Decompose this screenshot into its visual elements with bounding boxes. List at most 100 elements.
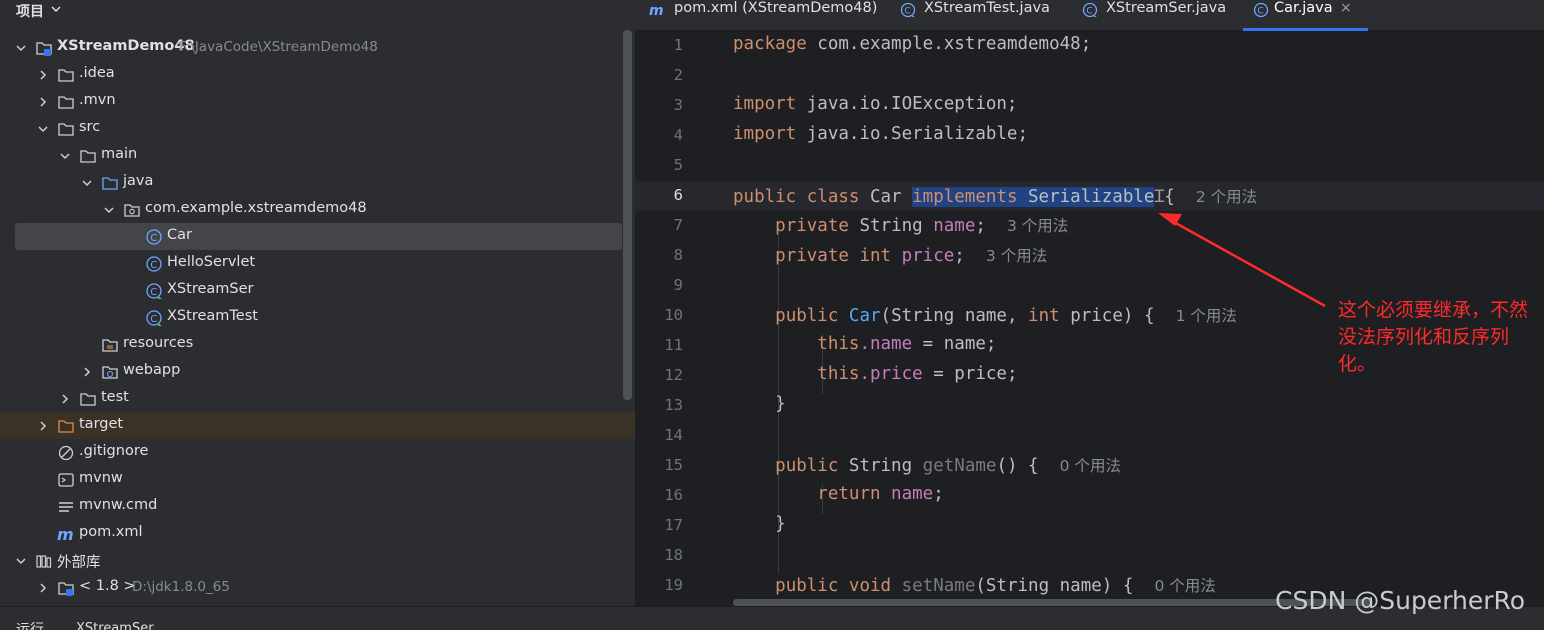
chevron-down-icon[interactable] <box>103 204 115 216</box>
project-panel-header[interactable]: 项目 <box>0 0 635 22</box>
line-number[interactable]: 8 <box>635 246 683 264</box>
line-number[interactable]: 12 <box>635 366 683 384</box>
usage-hint[interactable]: 0 个用法 <box>1060 457 1121 475</box>
tree-item-gitignore[interactable]: .gitignore <box>0 439 635 466</box>
line-number[interactable]: 17 <box>635 516 683 534</box>
chevron-down-icon[interactable] <box>81 177 93 189</box>
line-number[interactable]: 4 <box>635 126 683 144</box>
code-line-17[interactable]: } <box>733 514 786 534</box>
line-number[interactable]: 9 <box>635 276 683 294</box>
usage-hint[interactable]: 0 个用法 <box>1154 577 1215 595</box>
line-number[interactable]: 2 <box>635 66 683 84</box>
chevron-right-icon[interactable] <box>37 69 49 81</box>
chevron-right-icon[interactable] <box>37 96 49 108</box>
tab-xstreamtest[interactable]: C XStreamTest.java <box>900 0 1050 31</box>
code-line-12[interactable]: this.price = price; <box>733 364 1017 384</box>
close-icon[interactable]: × <box>1340 0 1352 16</box>
tree-item-java[interactable]: java <box>0 169 635 196</box>
chevron-right-icon[interactable] <box>59 393 71 405</box>
usage-hint[interactable]: 3 个用法 <box>1007 217 1068 235</box>
code-text: ; <box>933 484 944 504</box>
module-folder-icon <box>36 42 52 56</box>
tree-item-xstreamtest[interactable]: C XStreamTest <box>0 304 635 331</box>
chevron-down-icon[interactable] <box>37 123 49 135</box>
tree-item-label: < 1.8 > <box>79 578 136 594</box>
code-line-8[interactable]: private int price; 3 个用法 <box>733 244 1047 266</box>
tree-item-target[interactable]: target <box>0 412 635 439</box>
code-line-4[interactable]: import java.io.Serializable; <box>733 124 1028 144</box>
code-line-11[interactable]: this.name = name; <box>733 334 996 354</box>
tree-item-label: com.example.xstreamdemo48 <box>145 200 367 216</box>
tree-item-main[interactable]: main <box>0 142 635 169</box>
code-line-15[interactable]: public String getName() { 0 个用法 <box>733 454 1121 476</box>
tree-item-com-example-xstreamdemo48[interactable]: com.example.xstreamdemo48 <box>0 196 635 223</box>
code-line-3[interactable]: import java.io.IOException; <box>733 94 1017 114</box>
tree-item-label: 外部库 <box>57 555 101 571</box>
usage-hint[interactable]: 3 个用法 <box>986 247 1047 265</box>
tree-item-webapp[interactable]: webapp <box>0 358 635 385</box>
web-folder-icon <box>102 366 118 379</box>
tree-item-mvnw[interactable]: mvnw <box>0 466 635 493</box>
tree-item-xstreamdemo48[interactable]: XStreamDemo48 F:\JavaCode\XStreamDemo48 <box>0 34 635 61</box>
class-main-icon: C <box>146 310 162 326</box>
tab-car-java[interactable]: C Car.java × <box>1243 0 1368 31</box>
line-number[interactable]: 19 <box>635 576 683 594</box>
code-line-16[interactable]: return name; <box>733 484 944 504</box>
tree-item-path: D:\jdk1.8.0_65 <box>132 579 230 595</box>
chevron-down-icon[interactable] <box>59 150 71 162</box>
chevron-right-icon[interactable] <box>81 366 93 378</box>
line-number[interactable]: 6 <box>635 186 683 204</box>
code-line-7[interactable]: private String name; 3 个用法 <box>733 214 1068 236</box>
tree-item-[interactable]: 外部库 <box>0 547 635 574</box>
chevron-down-icon[interactable] <box>15 555 27 567</box>
svg-text:C: C <box>150 287 157 298</box>
field-name: name <box>880 484 934 504</box>
tree-item-mvnw-cmd[interactable]: mvnw.cmd <box>0 493 635 520</box>
tree-item-label: mvnw.cmd <box>79 497 158 513</box>
run-tool-label[interactable]: 运行 <box>16 619 44 630</box>
tree-item-mvn[interactable]: .mvn <box>0 88 635 115</box>
tree-item-car[interactable]: C Car <box>15 223 622 250</box>
type-name: String <box>838 456 923 476</box>
line-number[interactable]: 18 <box>635 546 683 564</box>
line-number[interactable]: 14 <box>635 426 683 444</box>
line-number[interactable]: 10 <box>635 306 683 324</box>
line-number[interactable]: 1 <box>635 36 683 54</box>
project-tree-scrollbar[interactable] <box>623 30 632 400</box>
code-line-6[interactable]: public class Car implements Serializable… <box>733 184 1257 208</box>
line-number[interactable]: 3 <box>635 96 683 114</box>
run-tab[interactable]: XStreamSer <box>76 621 154 630</box>
tree-item-label: test <box>101 389 129 405</box>
tree-item-src[interactable]: src <box>0 115 635 142</box>
line-number[interactable]: 11 <box>635 336 683 354</box>
tab-pom-xml[interactable]: m pom.xml (XStreamDemo48) <box>649 0 877 31</box>
code-line-1[interactable]: package com.example.xstreamdemo48; <box>733 34 1091 54</box>
tree-item-idea[interactable]: .idea <box>0 61 635 88</box>
line-number[interactable]: 5 <box>635 156 683 174</box>
chevron-right-icon[interactable] <box>37 420 49 432</box>
line-number-gutter[interactable]: 1 2 3 4 5 6 7 8 9 10 11 12 13 14 15 16 17 18 19 <box>635 31 720 606</box>
selected-text[interactable]: implements Serializable <box>912 187 1155 207</box>
tree-item-pom-xml[interactable]: m pom.xml <box>0 520 635 547</box>
line-number[interactable]: 7 <box>635 216 683 234</box>
tree-item-1-8[interactable]: < 1.8 > D:\jdk1.8.0_65 <box>0 574 635 601</box>
tree-item-test[interactable]: test <box>0 385 635 412</box>
code-line-19[interactable]: public void setName(String name) { 0 个用法 <box>733 574 1216 596</box>
tree-item-xstreamser[interactable]: C XStreamSer <box>0 277 635 304</box>
usage-hint[interactable]: 2 个用法 <box>1196 188 1257 206</box>
usage-hint[interactable]: 1 个用法 <box>1176 307 1237 325</box>
svg-text:C: C <box>904 7 910 17</box>
tree-item-helloservlet[interactable]: C HelloServlet <box>0 250 635 277</box>
project-panel-title[interactable]: 项目 <box>16 1 44 21</box>
chevron-right-icon[interactable] <box>37 582 49 594</box>
chevron-down-icon[interactable] <box>15 42 27 54</box>
code-line-13[interactable]: } <box>733 394 786 414</box>
line-number[interactable]: 15 <box>635 456 683 474</box>
tab-xstreamser[interactable]: C XStreamSer.java <box>1082 0 1226 31</box>
chevron-down-icon[interactable] <box>49 2 63 16</box>
line-number[interactable]: 16 <box>635 486 683 504</box>
code-text: = name; <box>912 334 997 354</box>
code-line-10[interactable]: public Car(String name, int price) { 1 个… <box>733 304 1237 326</box>
line-number[interactable]: 13 <box>635 396 683 414</box>
tree-item-resources[interactable]: resources <box>0 331 635 358</box>
